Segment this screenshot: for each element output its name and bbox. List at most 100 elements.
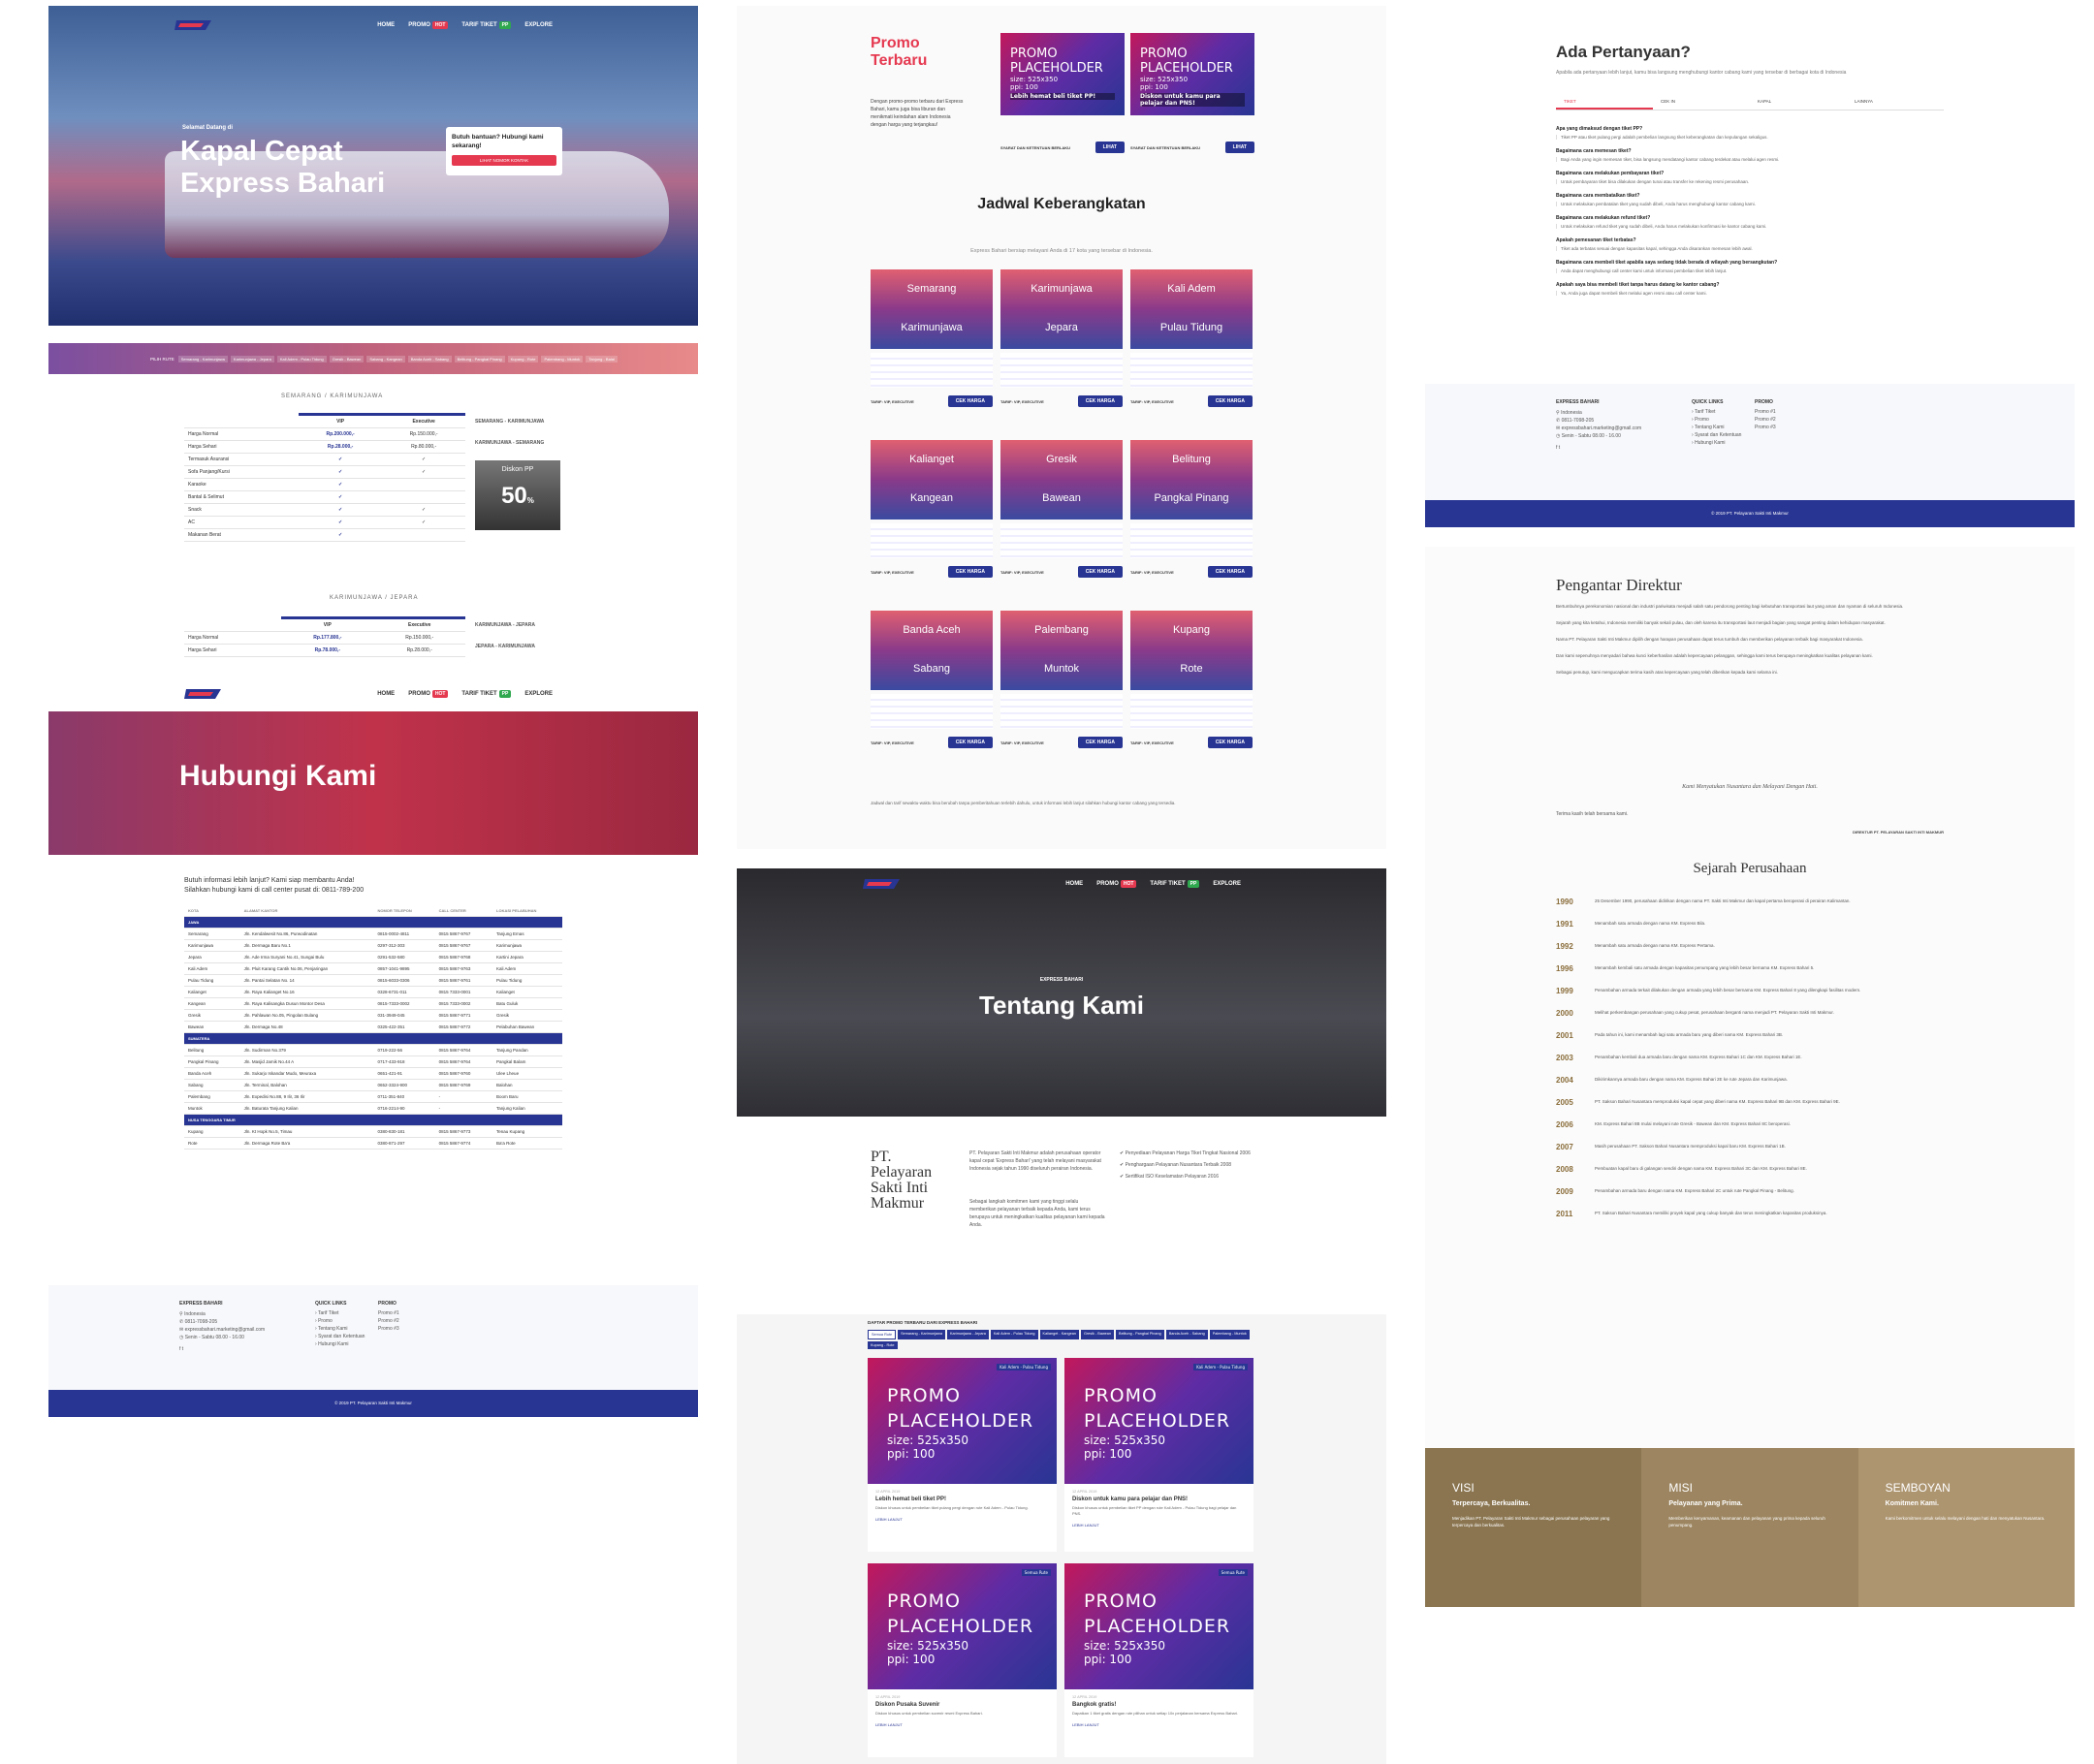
brand-logo[interactable] <box>863 877 902 891</box>
nav-home[interactable]: HOME <box>1065 881 1083 887</box>
lebih-lanjut-link[interactable]: LEBIH LANJUT <box>1072 1523 1246 1528</box>
quick-link[interactable]: › Promo <box>1692 416 1750 424</box>
nav-explore[interactable]: EXPLORE <box>524 22 553 28</box>
lebih-lanjut-link[interactable]: LEBIH LANJUT <box>1072 1722 1246 1727</box>
lebih-lanjut-link[interactable]: LEBIH LANJUT <box>875 1722 1049 1727</box>
faq-question[interactable]: Apa yang dimaksud dengan tiket PP? <box>1556 126 1944 132</box>
promo-tab[interactable]: Karimunjawa - Jepara <box>946 1330 989 1339</box>
faq-question[interactable]: Bagaimana cara membeli tiket apabila say… <box>1556 260 1944 266</box>
promo-tab[interactable]: Gresik - Bawean <box>1080 1330 1115 1339</box>
cek-harga-button[interactable]: CEK HARGA <box>1207 737 1253 748</box>
faq-tab[interactable]: CEK IN <box>1653 95 1750 110</box>
footer-promo-item[interactable]: Promo #3 <box>1755 424 1832 431</box>
route-tab[interactable]: Banda Aceh - Sabang <box>407 355 452 362</box>
contact-cell[interactable]: 0717-433-918 <box>373 1055 435 1068</box>
footer-promo-item[interactable]: Promo #1 <box>378 1309 456 1317</box>
promo-tab[interactable]: Palembang - Muntok <box>1209 1330 1250 1339</box>
contact-cell[interactable]: 0815-6033-0306 <box>373 974 435 987</box>
twitter-icon[interactable]: t <box>1559 445 1560 451</box>
footer-phone[interactable]: 0811-7098-205 <box>185 1319 218 1325</box>
promo-card-title[interactable]: Diskon untuk kamu para pelajar dan PNS! <box>1072 1496 1246 1502</box>
quick-link[interactable]: › Syarat dan Ketentuan <box>315 1333 373 1340</box>
contact-cell[interactable]: 0380-871-297 <box>373 1137 435 1150</box>
contact-cell[interactable]: 0815 5867-9769 <box>434 1079 493 1091</box>
footer-promo-item[interactable]: Promo #2 <box>378 1317 456 1325</box>
route-tab[interactable]: Karimunjawa - Jepara <box>230 355 274 362</box>
contact-cell[interactable]: 0815 5867-9767 <box>434 939 493 952</box>
nav-explore[interactable]: EXPLORE <box>524 691 553 697</box>
contact-cell[interactable]: 0651-421-91 <box>373 1067 435 1080</box>
brand-logo[interactable] <box>174 18 213 32</box>
cek-harga-button[interactable]: CEK HARGA <box>947 566 993 578</box>
contact-cell[interactable]: 0815 5867-9771 <box>434 1009 493 1022</box>
route-tab[interactable]: Kali Adem - Pulau Tidung <box>276 355 327 362</box>
faq-tab[interactable]: KAPAL <box>1750 95 1847 110</box>
contact-cell[interactable]: 0815 5867-9764 <box>434 1044 493 1056</box>
nav-home[interactable]: HOME <box>377 22 395 28</box>
promo-tab[interactable]: Kali Adem - Pulau Tidung <box>990 1330 1038 1339</box>
contact-cell[interactable]: 0652-3324-900 <box>373 1079 435 1091</box>
promo-tab[interactable]: Banda Aceh - Sabang <box>1165 1330 1208 1339</box>
quick-link[interactable]: › Tentang Kami <box>315 1325 373 1333</box>
contact-cell[interactable]: - <box>434 1090 493 1103</box>
faq-question[interactable]: Apakah saya bisa membeli tiket tanpa har… <box>1556 282 1944 288</box>
contact-cell[interactable]: 0711-351-840 <box>373 1090 435 1103</box>
footer-email[interactable]: expressbahari.marketing@gmail.com <box>1562 425 1642 431</box>
route-tab[interactable]: Palembang - Muntok <box>541 355 584 362</box>
quick-link[interactable]: › Hubungi Kami <box>1692 439 1750 447</box>
faq-question[interactable]: Bagaimana cara melakukan refund tiket? <box>1556 215 1944 221</box>
contact-cell[interactable]: 0815 5867-9760 <box>434 1067 493 1080</box>
contact-cell[interactable]: 0380-830-181 <box>373 1125 435 1138</box>
footer-promo-item[interactable]: Promo #2 <box>1755 416 1832 424</box>
quick-link[interactable]: › Syarat dan Ketentuan <box>1692 431 1750 439</box>
faq-question[interactable]: Bagaimana cara memesan tiket? <box>1556 148 1944 154</box>
quick-link[interactable]: › Tarif Tiket <box>315 1309 373 1317</box>
contact-cell[interactable]: 0291-532-580 <box>373 951 435 963</box>
promo-card-1[interactable]: PROMO PLACEHOLDER size: 525x350 ppi: 100… <box>1000 33 1125 115</box>
contact-cell[interactable]: 0815 5867-9768 <box>434 951 493 963</box>
quick-link[interactable]: › Promo <box>315 1317 373 1325</box>
contact-cell[interactable]: 0815 5867-9767 <box>434 928 493 940</box>
faq-question[interactable]: Bagaimana cara melakukan pembayaran tike… <box>1556 171 1944 176</box>
promo-list-image[interactable]: PROMO PLACEHOLDER size: 525x350 ppi: 100 Kal… <box>1064 1358 1253 1484</box>
route-tab[interactable]: Belitung - Pangkal Pinang <box>454 355 505 362</box>
promo-tab[interactable]: Semarang - Karimunjawa <box>898 1330 945 1339</box>
promo-card-title[interactable]: Lebih hemat beli tiket PP! <box>875 1496 1049 1502</box>
cek-harga-button[interactable]: CEK HARGA <box>1077 395 1123 407</box>
promo-list-image[interactable]: PROMO PLACEHOLDER size: 525x350 ppi: 100 Kal… <box>868 1358 1057 1484</box>
facebook-icon[interactable]: f <box>1556 445 1557 451</box>
nav-tarif[interactable]: TARIF TIKET PP <box>1150 880 1200 888</box>
promo-card-2[interactable]: PROMO PLACEHOLDER size: 525x350 ppi: 100… <box>1130 33 1254 115</box>
promo-list-image[interactable]: PROMO PLACEHOLDER size: 525x350 ppi: 100 Sem… <box>868 1563 1057 1689</box>
brand-logo[interactable] <box>184 687 223 701</box>
route-tab[interactable]: Kupang - Rote <box>507 355 539 362</box>
promo-tab[interactable]: Kupang - Rote <box>868 1341 898 1349</box>
cek-harga-button[interactable]: CEK HARGA <box>1077 737 1123 748</box>
promo-list-image[interactable]: PROMO PLACEHOLDER size: 525x350 ppi: 100 Sem… <box>1064 1563 1253 1689</box>
contact-cell[interactable]: 0857-1041-9895 <box>373 962 435 975</box>
contact-cell[interactable]: 0815-0002-4811 <box>373 928 435 940</box>
nav-tarif[interactable]: TARIF TIKET PP <box>461 690 512 698</box>
faq-tab[interactable]: LAINNYA <box>1847 95 1944 110</box>
contact-cell[interactable]: 031-3949-045 <box>373 1009 435 1022</box>
cek-harga-button[interactable]: CEK HARGA <box>947 737 993 748</box>
contact-button[interactable]: LIHAT NOMOR KONTAK <box>452 155 556 166</box>
contact-cell[interactable]: 0815 5867-9774 <box>434 1137 493 1150</box>
promo-card-title[interactable]: Bangkok gratis! <box>1072 1702 1246 1708</box>
promo-tab[interactable]: Kalianget - Kangean <box>1039 1330 1079 1339</box>
cek-harga-button[interactable]: CEK HARGA <box>1077 566 1123 578</box>
nav-home[interactable]: HOME <box>377 691 395 697</box>
quick-link[interactable]: › Tentang Kami <box>1692 424 1750 431</box>
nav-promo[interactable]: PROMO HOT <box>1096 880 1137 888</box>
lihat-button[interactable]: LIHAT <box>1224 142 1254 153</box>
quick-link[interactable]: › Tarif Tiket <box>1692 408 1750 416</box>
footer-promo-item[interactable]: Promo #1 <box>1755 408 1832 416</box>
footer-email[interactable]: expressbahari.marketing@gmail.com <box>185 1327 266 1333</box>
contact-cell[interactable]: 0815 7333-0002 <box>434 997 493 1010</box>
route-tab[interactable]: Sabang - Kangean <box>366 355 405 362</box>
lebih-lanjut-link[interactable]: LEBIH LANJUT <box>875 1517 1049 1522</box>
faq-question[interactable]: Bagaimana cara membatalkan tiket? <box>1556 193 1944 199</box>
faq-question[interactable]: Apakah pemesanan tiket terbatas? <box>1556 237 1944 243</box>
faq-tab[interactable]: TIKET <box>1556 95 1653 110</box>
nav-promo[interactable]: PROMO HOT <box>408 690 449 698</box>
